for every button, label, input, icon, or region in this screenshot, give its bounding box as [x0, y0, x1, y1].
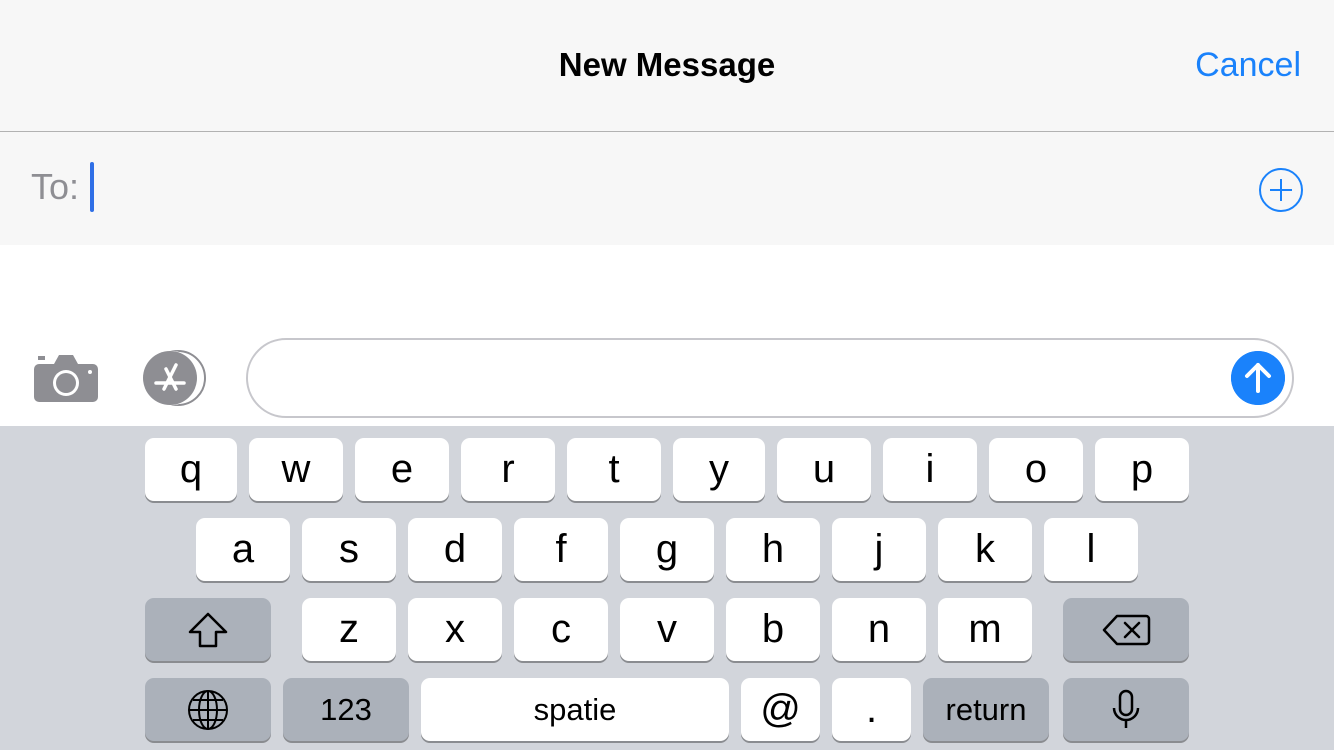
key-x[interactable]: x: [408, 598, 502, 661]
key-label: k: [975, 527, 995, 571]
dot-key[interactable]: .: [832, 678, 911, 741]
key-label: @: [760, 687, 801, 731]
key-label: e: [390, 447, 414, 491]
key-r[interactable]: r: [461, 438, 555, 501]
numbers-key[interactable]: 123: [283, 678, 409, 741]
navigation-bar: New Message Cancel: [0, 0, 1334, 132]
at-key[interactable]: @: [741, 678, 820, 741]
shift-key[interactable]: [145, 598, 271, 661]
page-title: New Message: [558, 46, 776, 83]
key-label: spatie: [533, 691, 617, 727]
key-label: v: [657, 607, 677, 651]
key-p[interactable]: p: [1095, 438, 1189, 501]
key-label: a: [231, 527, 255, 571]
key-a[interactable]: a: [196, 518, 290, 581]
to-label: To:: [31, 166, 80, 207]
key-label: x: [445, 607, 465, 651]
send-arrow-icon[interactable]: [1231, 351, 1285, 405]
space-key[interactable]: spatie: [421, 678, 729, 741]
keyboard: q w e r t y u i o p a s d f g h j k l z …: [0, 426, 1334, 750]
key-label: f: [555, 527, 567, 571]
delete-icon: [1102, 614, 1151, 645]
key-d[interactable]: d: [408, 518, 502, 581]
message-input[interactable]: [246, 338, 1294, 418]
key-label: j: [874, 527, 884, 571]
key-g[interactable]: g: [620, 518, 714, 581]
key-label: m: [968, 607, 1002, 651]
recipient-input[interactable]: [90, 162, 1210, 212]
key-label: l: [1086, 527, 1096, 571]
recipient-row: To:: [0, 132, 1334, 245]
key-k[interactable]: k: [938, 518, 1032, 581]
key-i[interactable]: i: [883, 438, 977, 501]
return-key[interactable]: return: [923, 678, 1049, 741]
key-n[interactable]: n: [832, 598, 926, 661]
plus-circle-icon[interactable]: [1258, 167, 1304, 213]
microphone-icon: [1112, 689, 1140, 728]
key-o[interactable]: o: [989, 438, 1083, 501]
app-store-icon[interactable]: [140, 350, 214, 406]
microphone-key[interactable]: [1063, 678, 1189, 741]
camera-icon[interactable]: [32, 352, 100, 404]
key-label: z: [339, 607, 359, 651]
key-label: w: [281, 447, 311, 491]
key-j[interactable]: j: [832, 518, 926, 581]
key-z[interactable]: z: [302, 598, 396, 661]
key-v[interactable]: v: [620, 598, 714, 661]
key-m[interactable]: m: [938, 598, 1032, 661]
key-w[interactable]: w: [249, 438, 343, 501]
shift-icon: [188, 612, 228, 647]
key-f[interactable]: f: [514, 518, 608, 581]
key-label: u: [812, 447, 836, 491]
key-label: h: [761, 527, 785, 571]
key-s[interactable]: s: [302, 518, 396, 581]
key-q[interactable]: q: [145, 438, 237, 501]
key-h[interactable]: h: [726, 518, 820, 581]
globe-icon: [188, 689, 228, 730]
key-t[interactable]: t: [567, 438, 661, 501]
key-label: n: [867, 607, 891, 651]
key-u[interactable]: u: [777, 438, 871, 501]
key-label: s: [339, 527, 359, 571]
key-label: o: [1024, 447, 1048, 491]
key-label: d: [443, 527, 467, 571]
key-label: return: [945, 691, 1027, 727]
key-e[interactable]: e: [355, 438, 449, 501]
delete-key[interactable]: [1063, 598, 1189, 661]
key-label: t: [608, 447, 620, 491]
key-label: r: [501, 447, 515, 491]
key-label: q: [179, 447, 203, 491]
key-c[interactable]: c: [514, 598, 608, 661]
key-label: p: [1130, 447, 1154, 491]
cancel-button[interactable]: Cancel: [1195, 46, 1301, 85]
key-label: .: [865, 687, 878, 731]
key-label: g: [655, 527, 679, 571]
key-label: 123: [320, 691, 372, 727]
key-label: c: [551, 607, 571, 651]
key-label: y: [709, 447, 729, 491]
key-b[interactable]: b: [726, 598, 820, 661]
key-y[interactable]: y: [673, 438, 765, 501]
key-label: i: [925, 447, 935, 491]
key-l[interactable]: l: [1044, 518, 1138, 581]
globe-key[interactable]: [145, 678, 271, 741]
key-label: b: [761, 607, 785, 651]
